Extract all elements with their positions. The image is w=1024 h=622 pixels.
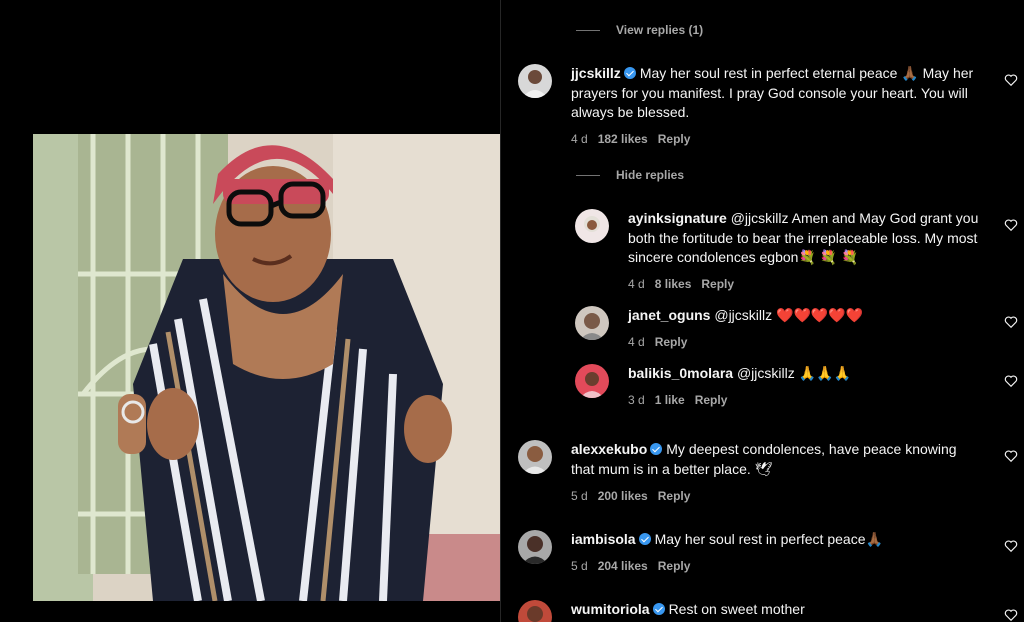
heart-icon[interactable]: [1004, 315, 1018, 329]
user-photo: [518, 530, 552, 564]
reply-button[interactable]: Reply: [658, 489, 691, 503]
user-photo: [518, 64, 552, 98]
comment-body: Rest on sweet mother: [668, 601, 805, 617]
comment-text: balikis_0molara @jjcskillz 🙏🙏🙏: [628, 364, 983, 384]
like-count[interactable]: 204 likes: [598, 559, 648, 573]
comment-username[interactable]: iambisola: [571, 531, 636, 547]
reply-button[interactable]: Reply: [701, 277, 734, 291]
heart-icon[interactable]: [1004, 539, 1018, 553]
comment-age: 4 d: [628, 277, 645, 291]
post-media-pane: [0, 0, 500, 622]
avatar[interactable]: [518, 64, 552, 98]
comment-meta: 5 d 204 likes Reply: [571, 559, 700, 573]
comment-username[interactable]: wumitoriola: [571, 601, 650, 617]
avatar[interactable]: [518, 530, 552, 564]
comment-text: alexxekubo My deepest condolences, have p…: [571, 440, 981, 479]
comment-text: wumitoriola Rest on sweet mother: [571, 600, 981, 620]
avatar[interactable]: [575, 306, 609, 340]
avatar[interactable]: [518, 600, 552, 622]
avatar[interactable]: [575, 364, 609, 398]
comment-meta: 4 d 8 likes Reply: [628, 277, 744, 291]
like-count[interactable]: 1 like: [655, 393, 685, 407]
reply-button[interactable]: Reply: [695, 393, 728, 407]
heart-icon[interactable]: [1004, 449, 1018, 463]
comment-text: iambisola May her soul rest in perfect pe…: [571, 530, 981, 550]
comment-username[interactable]: alexxekubo: [571, 441, 647, 457]
comment-username[interactable]: ayinksignature: [628, 210, 727, 226]
like-count[interactable]: 182 likes: [598, 132, 648, 146]
comment-meta: 4 d Reply: [628, 335, 697, 349]
heart-icon[interactable]: [1004, 218, 1018, 232]
comment-meta: 4 d 182 likes Reply: [571, 132, 700, 146]
user-photo: [575, 364, 609, 398]
view-replies-button[interactable]: View replies (1): [576, 23, 703, 37]
comments-panel[interactable]: View replies (1) jjcskillz May her soul r…: [501, 0, 1024, 622]
heart-icon[interactable]: [1004, 608, 1018, 622]
comment-username[interactable]: jjcskillz: [571, 65, 621, 81]
comment-age: 4 d: [571, 132, 588, 146]
comment-age: 3 d: [628, 393, 645, 407]
user-photo: [575, 306, 609, 340]
comment-age: 5 d: [571, 489, 588, 503]
comment-meta: 5 d 200 likes Reply: [571, 489, 700, 503]
comment-age: 4 d: [628, 335, 645, 349]
comment-meta: 3 d 1 like Reply: [628, 393, 737, 407]
reply-button[interactable]: Reply: [655, 335, 688, 349]
hide-replies-label: Hide replies: [616, 168, 685, 182]
view-replies-label: View replies (1): [616, 23, 704, 37]
comment-body: @jjcskillz ❤️❤️❤️❤️❤️: [714, 307, 864, 323]
comment-text: janet_oguns @jjcskillz ❤️❤️❤️❤️❤️: [628, 306, 983, 326]
replies-line: [576, 175, 600, 177]
comment-text: jjcskillz May her soul rest in perfect et…: [571, 64, 981, 123]
heart-icon[interactable]: [1004, 73, 1018, 87]
comment-body: May her soul rest in perfect peace🙏🏾: [654, 531, 883, 547]
avatar[interactable]: [518, 440, 552, 474]
like-count[interactable]: 8 likes: [655, 277, 692, 291]
hide-replies-button[interactable]: Hide replies: [576, 168, 684, 182]
video-frame-image: [33, 134, 500, 601]
user-photo: [575, 209, 609, 243]
like-count[interactable]: 200 likes: [598, 489, 648, 503]
heart-icon[interactable]: [1004, 374, 1018, 388]
user-photo: [518, 600, 552, 622]
comment-body: @jjcskillz 🙏🙏🙏: [736, 365, 851, 381]
verified-badge-icon: [650, 443, 663, 455]
verified-badge-icon: [638, 533, 651, 545]
verified-badge-icon: [652, 603, 665, 615]
verified-badge-icon: [623, 67, 636, 79]
reply-button[interactable]: Reply: [658, 132, 691, 146]
user-photo: [518, 440, 552, 474]
avatar[interactable]: [575, 209, 609, 243]
comment-age: 5 d: [571, 559, 588, 573]
comment-text: ayinksignature @jjcskillz Amen and May G…: [628, 209, 983, 268]
replies-line: [576, 30, 600, 32]
comment-username[interactable]: balikis_0molara: [628, 365, 733, 381]
reply-button[interactable]: Reply: [658, 559, 691, 573]
post-video[interactable]: [33, 134, 500, 601]
comment-username[interactable]: janet_oguns: [628, 307, 710, 323]
